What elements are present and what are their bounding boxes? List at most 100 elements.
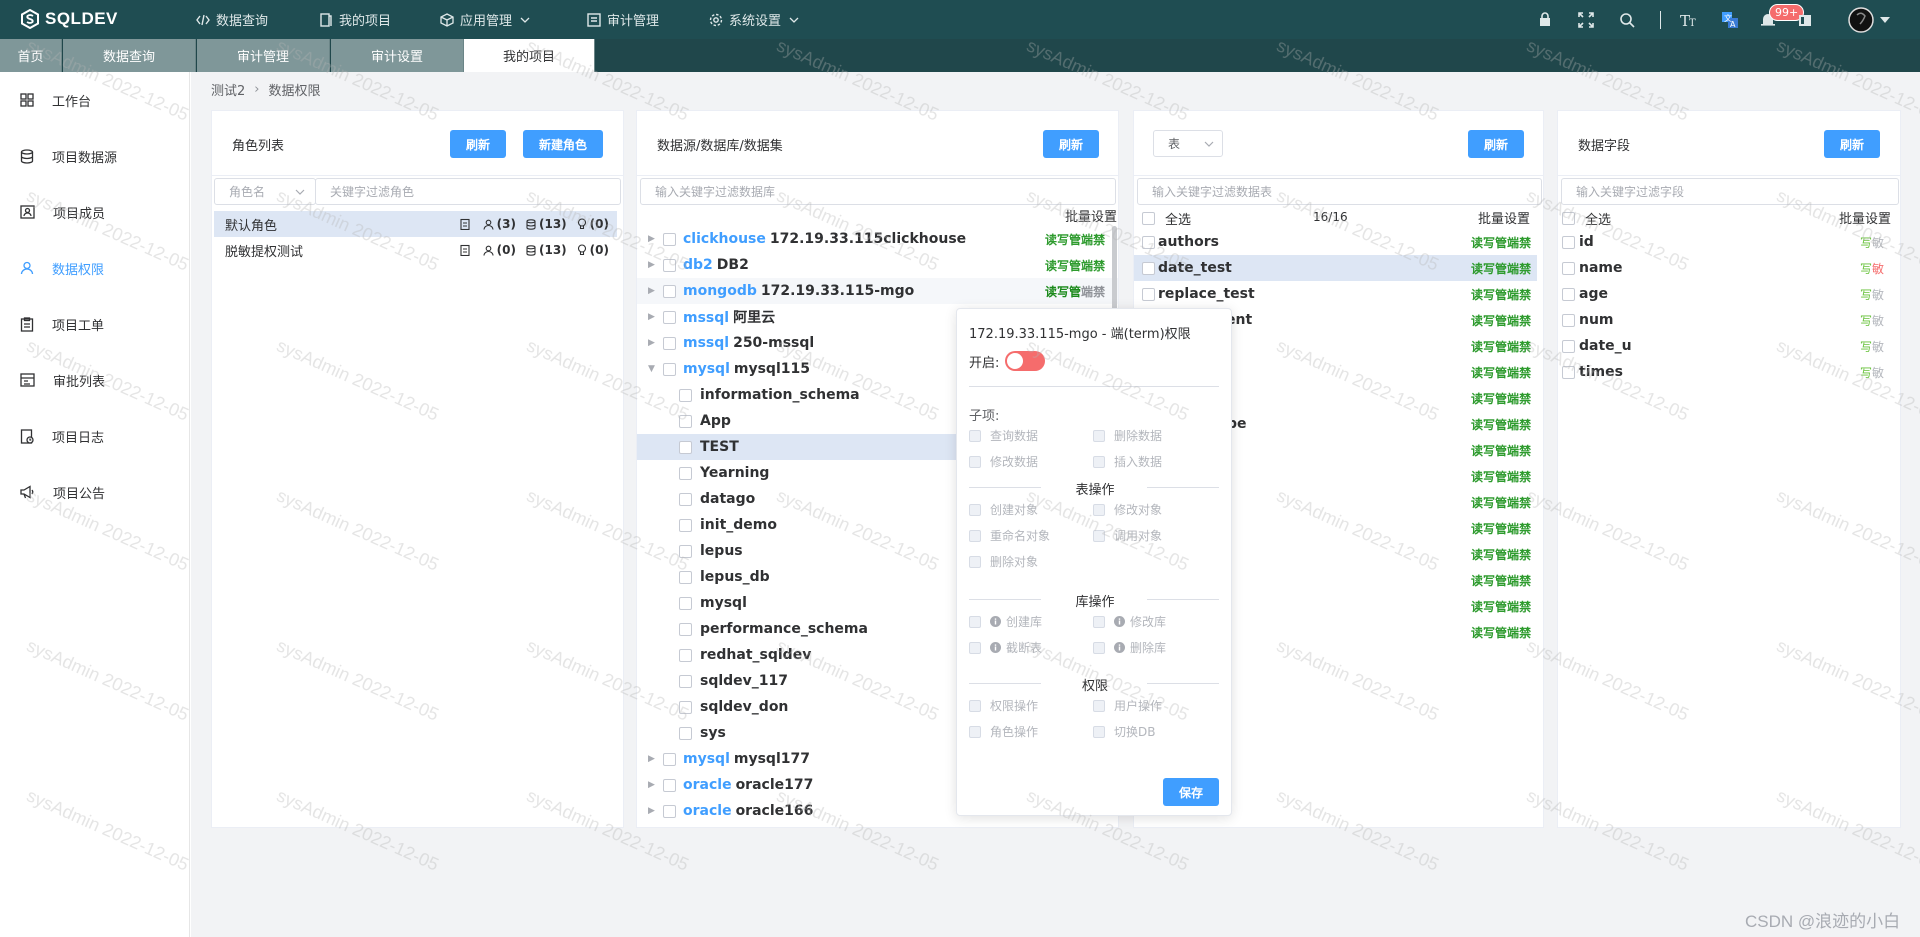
node-checkbox[interactable] (663, 804, 676, 818)
database-filter-input[interactable]: 输入关键字过滤数据库 (640, 178, 1116, 205)
perm-1[interactable]: 写 (1483, 600, 1495, 614)
datasource-refresh-button[interactable]: 刷新 (1043, 130, 1099, 158)
perm-3[interactable]: 端 (1507, 548, 1519, 562)
field-checkbox[interactable] (1562, 313, 1575, 327)
perm-4[interactable]: 禁 (1519, 262, 1531, 276)
perm-4[interactable]: 禁 (1519, 496, 1531, 510)
perm-0[interactable]: 读 (1471, 522, 1483, 536)
roles-refresh-button[interactable]: 刷新 (450, 130, 506, 158)
permission-option[interactable]: 修改数据 (969, 453, 1038, 470)
checkbox[interactable] (969, 555, 981, 568)
perm-3[interactable]: 端 (1507, 600, 1519, 614)
field-mask-perm[interactable]: 敏 (1872, 312, 1884, 329)
permission-option[interactable]: 创建库 (969, 613, 1042, 630)
perm-3[interactable]: 端 (1507, 522, 1519, 536)
perm-0[interactable]: 读 (1471, 626, 1483, 640)
perm-2[interactable]: 管 (1495, 418, 1507, 432)
perm-0[interactable]: 读 (1471, 392, 1483, 406)
topnav-item-3[interactable]: 审计管理 (587, 0, 659, 39)
permission-option[interactable]: 角色操作 (969, 723, 1038, 740)
perm-1[interactable]: 写 (1483, 288, 1495, 302)
checkbox[interactable] (1093, 529, 1105, 542)
checkbox[interactable] (969, 725, 981, 738)
node-checkbox[interactable] (663, 362, 676, 376)
perm-4[interactable]: 禁 (1519, 470, 1531, 484)
perm-3[interactable]: 端 (1507, 314, 1519, 328)
permission-option[interactable]: 修改库 (1093, 613, 1166, 630)
new-role-button[interactable]: 新建角色 (523, 130, 603, 158)
perm-2[interactable]: 管 (1495, 470, 1507, 484)
search-icon[interactable] (1619, 0, 1635, 39)
perm-2[interactable]: 管 (1069, 285, 1081, 299)
tab-2[interactable]: 审计管理 (197, 39, 330, 72)
permission-option[interactable]: 切换DB (1093, 723, 1155, 740)
checkbox[interactable] (1142, 211, 1155, 225)
node-checkbox[interactable] (679, 544, 692, 558)
node-checkbox[interactable] (679, 648, 692, 662)
sidebar-item-6[interactable]: 项目日志 (20, 424, 104, 448)
sidebar-item-1[interactable]: 项目数据源 (20, 144, 117, 168)
field-row[interactable]: times 写敏 (1558, 359, 1900, 385)
tab-4[interactable]: 我的项目 (464, 39, 595, 72)
table-row[interactable]: replace_test 读写管端禁 (1134, 281, 1537, 307)
checkbox[interactable] (969, 699, 981, 712)
select-all-fields[interactable]: 全选 (1562, 205, 1611, 231)
tab-1[interactable]: 数据查询 (63, 39, 196, 72)
topnav-item-0[interactable]: 数据查询 (196, 0, 268, 39)
fullscreen-icon[interactable] (1578, 0, 1594, 39)
node-checkbox[interactable] (679, 674, 692, 688)
sidebar-item-7[interactable]: 项目公告 (20, 480, 105, 504)
permission-option[interactable]: 查询数据 (969, 427, 1038, 444)
perm-3[interactable]: 端 (1507, 626, 1519, 640)
checkbox[interactable] (969, 429, 981, 442)
node-checkbox[interactable] (663, 310, 676, 324)
perm-3[interactable]: 端 (1081, 233, 1093, 247)
field-mask-perm[interactable]: 敏 (1872, 364, 1884, 381)
checkbox[interactable] (969, 455, 981, 468)
permission-option[interactable]: 删除数据 (1093, 427, 1162, 444)
checkbox[interactable] (1093, 455, 1105, 468)
table-row[interactable]: authors 读写管端禁 (1134, 229, 1537, 255)
permission-option[interactable]: 权限操作 (969, 697, 1038, 714)
checkbox[interactable] (969, 615, 981, 628)
perm-4[interactable]: 禁 (1519, 444, 1531, 458)
tables-refresh-button[interactable]: 刷新 (1468, 130, 1524, 158)
perm-0[interactable]: 读 (1471, 340, 1483, 354)
table-checkbox[interactable] (1142, 235, 1155, 249)
save-button[interactable]: 保存 (1163, 778, 1219, 806)
lock-icon[interactable] (1538, 0, 1552, 39)
perm-4[interactable]: 禁 (1519, 548, 1531, 562)
permission-option[interactable]: 重命名对象 (969, 527, 1050, 544)
field-checkbox[interactable] (1562, 365, 1575, 379)
perm-2[interactable]: 管 (1495, 444, 1507, 458)
message-icon[interactable] (1797, 0, 1813, 39)
perm-1[interactable]: 写 (1483, 548, 1495, 562)
perm-3[interactable]: 端 (1507, 366, 1519, 380)
perm-3[interactable]: 端 (1507, 574, 1519, 588)
tables-batch-settings-link[interactable]: 批量设置 (1478, 208, 1530, 227)
perm-1[interactable]: 写 (1483, 470, 1495, 484)
node-checkbox[interactable] (679, 726, 692, 740)
field-filter-input[interactable]: 输入关键字过滤字段 (1561, 178, 1899, 205)
perm-2[interactable]: 管 (1495, 600, 1507, 614)
field-row[interactable]: date_u 写敏 (1558, 333, 1900, 359)
perm-1[interactable]: 写 (1483, 236, 1495, 250)
sidebar-item-2[interactable]: 项目成员 (20, 200, 105, 224)
perm-4[interactable]: 禁 (1519, 418, 1531, 432)
perm-1[interactable]: 写 (1057, 285, 1069, 299)
perm-4[interactable]: 禁 (1519, 366, 1531, 380)
checkbox[interactable] (969, 641, 981, 654)
node-checkbox[interactable] (663, 258, 676, 272)
field-write-perm[interactable]: 写 (1860, 364, 1872, 381)
caret-right-icon[interactable]: ▶ (648, 338, 655, 348)
role-filter-input[interactable]: 关键字过滤角色 (315, 178, 621, 205)
checkbox[interactable] (1093, 615, 1105, 628)
perm-2[interactable]: 管 (1495, 574, 1507, 588)
field-row[interactable]: age 写敏 (1558, 281, 1900, 307)
field-write-perm[interactable]: 写 (1860, 234, 1872, 251)
field-mask-perm[interactable]: 敏 (1872, 260, 1884, 277)
perm-2[interactable]: 管 (1495, 626, 1507, 640)
tree-node[interactable]: ▶ db2 DB2 读写管端禁 (637, 252, 1118, 278)
perm-1[interactable]: 写 (1483, 262, 1495, 276)
field-checkbox[interactable] (1562, 235, 1575, 249)
